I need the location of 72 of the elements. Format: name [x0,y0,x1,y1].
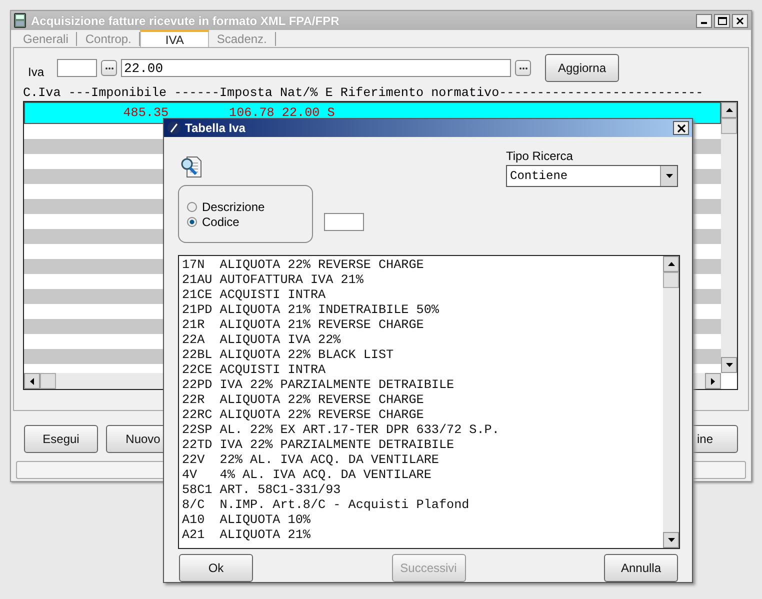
tab[interactable]: IVA [140,30,209,47]
action-button[interactable]: Esegui [24,425,98,453]
scroll-up-button[interactable] [663,256,679,272]
table-cell: S [327,107,335,119]
scroll-thumb[interactable] [40,373,56,389]
radio-option[interactable]: Descrizione [187,200,312,214]
list-item[interactable]: 22A ALIQUOTA IVA 22% [182,333,662,348]
code-field[interactable] [57,59,97,77]
browse-button[interactable] [101,60,117,76]
table-cell-text: 106.78 [228,107,274,119]
pen-icon [167,121,181,135]
maximize-icon [718,16,726,24]
vertical-scrollbar[interactable] [663,256,679,548]
field-label: Iva [27,65,46,79]
list-item[interactable]: 4V 4% AL. IVA ACQ. DA VENTILARE [182,468,662,483]
left-arrow-icon [30,378,34,384]
description-field[interactable]: 22.00 [121,59,511,77]
scroll-right-button[interactable] [705,373,721,389]
right-arrow-icon [711,378,715,384]
list-item[interactable]: 22R ALIQUOTA 22% REVERSE CHARGE [182,393,662,408]
dialog-button[interactable]: Ok [179,554,253,582]
list-item[interactable]: 22BL ALIQUOTA 22% BLACK LIST [182,348,662,363]
scroll-left-button[interactable] [24,373,40,389]
scroll-thumb[interactable] [663,272,679,288]
browse-button[interactable] [515,60,531,76]
down-arrow-icon [726,363,732,367]
scroll-up-button[interactable] [721,102,737,118]
field-label: Tipo Ricerca [506,149,574,163]
minimize-button[interactable] [696,14,712,28]
list-item[interactable]: 22V 22% AL. IVA ACQ. DA VENTILARE [182,453,662,468]
search-field[interactable] [324,213,364,231]
list-item[interactable]: 21AU AUTOFATTURA IVA 21% [182,273,662,288]
dialog-title: Tabella Iva [185,121,246,135]
update-button[interactable]: Aggiorna [545,54,619,82]
list-item[interactable]: A21 ALIQUOTA 21% [182,528,662,543]
list-item[interactable]: A10 ALIQUOTA 10% [182,513,662,528]
caret-icon [666,174,672,178]
list-item[interactable]: 22CE ACQUISTI INTRA [182,363,662,378]
maximize-button[interactable] [714,14,730,28]
list-item[interactable]: 8/C N.IMP. Art.8/C - Acquisti Plafond [182,498,662,513]
up-arrow-icon [668,262,674,266]
list-item[interactable]: 22PD IVA 22% PARZIALMENTE DETRAIBILE [182,378,662,393]
search-document-icon [180,155,204,179]
scroll-thumb[interactable] [721,118,737,134]
minimize-icon [701,22,707,24]
table-cell-text: 485.35 [122,107,169,119]
dialog-button[interactable]: Annulla [604,554,678,582]
down-arrow-icon [668,538,674,542]
up-arrow-icon [726,108,732,112]
close-icon [676,124,686,132]
table-cell-text: 22.00 [280,107,320,119]
list-item[interactable]: 21PD ALIQUOTA 21% INDETRAIBILE 50% [182,303,662,318]
scroll-down-button[interactable] [663,532,679,548]
radio-option[interactable]: Codice [187,214,312,228]
list-item[interactable]: 21R ALIQUOTA 21% REVERSE CHARGE [182,318,662,333]
list-item[interactable]: 21CE ACQUISTI INTRA [182,288,662,303]
app-icon [14,13,26,28]
list-item[interactable]: 22RC ALIQUOTA 22% REVERSE CHARGE [182,408,662,423]
list-item[interactable]: 58C1 ART. 58C1-331/93 [182,483,662,498]
window-title: Acquisizione fatture ricevute in formato XML FPA/FPR [31,14,340,28]
grid-header: C.Iva ---Imponibile ------Imposta Nat/% E Riferimento normativo--------------------------- [23,86,704,100]
ellipsis-icon [104,66,114,70]
close-icon [736,16,744,24]
scroll-down-button[interactable] [721,357,737,373]
list-item[interactable]: 22TD IVA 22% PARZIALMENTE DETRAIBILE [182,438,662,453]
list-item[interactable]: 17N ALIQUOTA 22% REVERSE CHARGE [182,258,662,273]
vertical-scrollbar[interactable] [721,102,737,373]
close-button[interactable] [673,121,689,135]
ellipsis-icon [518,66,528,70]
search-type-dropdown[interactable]: Contiene [506,165,678,187]
list-item[interactable]: 22SP AL. 22% EX ART.17-TER DPR 633/72 S.P. [182,423,662,438]
close-button[interactable] [732,14,748,28]
